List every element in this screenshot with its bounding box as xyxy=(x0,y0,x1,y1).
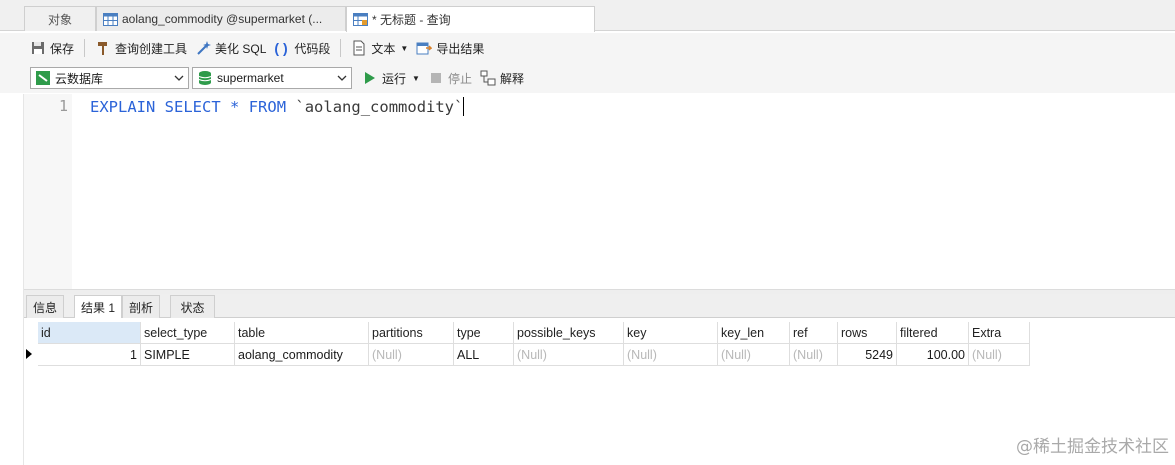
tab-label: 信息 xyxy=(32,300,57,315)
beautify-label: 美化 SQL xyxy=(215,41,267,56)
column-header-key-len[interactable]: key_len xyxy=(718,322,790,344)
code-snippet-button[interactable]: ( ) 代码段 xyxy=(270,37,334,59)
tab-status[interactable]: 状态 xyxy=(170,295,215,318)
query-icon xyxy=(353,13,368,26)
left-rail xyxy=(0,94,24,465)
explain-button[interactable]: 解释 xyxy=(476,67,528,89)
grid-cell[interactable]: (Null) xyxy=(790,344,838,366)
export-label: 导出结果 xyxy=(436,41,485,56)
text-mode-label: 文本 xyxy=(371,41,396,56)
table-icon xyxy=(103,12,118,26)
tab-label: aolang_commodity @supermarket (... xyxy=(122,12,323,26)
run-button[interactable]: 运行 ▼ xyxy=(358,67,424,89)
snippet-label: 代码段 xyxy=(294,41,331,56)
grid-cell[interactable]: 5249 xyxy=(838,344,897,366)
query-builder-label: 查询创建工具 xyxy=(115,41,188,56)
tab-label: 状态 xyxy=(180,300,205,315)
explain-label: 解释 xyxy=(499,71,524,86)
sql-table-identifier: `aolang_commodity` xyxy=(295,98,464,116)
stop-label: 停止 xyxy=(447,71,472,86)
current-row-indicator-icon xyxy=(26,349,32,359)
save-icon xyxy=(30,40,46,56)
beautify-sql-button[interactable]: 美化 SQL xyxy=(191,37,270,59)
magic-wand-icon xyxy=(195,40,212,56)
chevron-down-icon: ▼ xyxy=(400,43,409,53)
query-toolbar: 保存 查询创建工具 美化 SQL ( ) 代码段 文本 ▼ 导出结果 xyxy=(0,33,1175,63)
tab-table-commodity[interactable]: aolang_commodity @supermarket (... xyxy=(96,6,346,31)
grid-cell[interactable]: 100.00 xyxy=(897,344,969,366)
parentheses-icon: ( ) xyxy=(274,40,288,56)
stop-button[interactable]: 停止 xyxy=(424,67,476,89)
play-icon xyxy=(362,70,378,86)
tab-objects[interactable]: 对象 xyxy=(24,6,96,31)
chevron-down-icon xyxy=(174,72,184,82)
database-icon xyxy=(197,70,213,86)
sql-keyword: SELECT xyxy=(164,98,221,116)
tab-untitled-query[interactable]: * 无标题 - 查询 xyxy=(346,6,595,32)
column-header-id[interactable]: id xyxy=(38,322,141,344)
query-builder-button[interactable]: 查询创建工具 xyxy=(91,37,191,59)
connection-select[interactable]: 云数据库 xyxy=(30,67,189,89)
grid-cell[interactable]: (Null) xyxy=(718,344,790,366)
tab-strip: 对象 aolang_commodity @supermarket (... * … xyxy=(0,0,1175,32)
column-header-type[interactable]: type xyxy=(454,322,514,344)
tab-label: 剖析 xyxy=(128,300,153,315)
grid-cell[interactable]: 1 xyxy=(38,344,141,366)
connection-value: 云数据库 xyxy=(55,71,104,86)
tab-profile[interactable]: 剖析 xyxy=(122,295,160,318)
hammer-icon xyxy=(95,40,111,56)
result-tabs: 信息 结果 1 剖析 状态 xyxy=(24,294,1175,319)
export-results-button[interactable]: 导出结果 xyxy=(412,37,488,59)
text-caret xyxy=(463,97,465,116)
toolbar-divider xyxy=(84,39,86,57)
line-number: 1 xyxy=(58,97,68,115)
save-label: 保存 xyxy=(50,41,75,56)
run-label: 运行 xyxy=(382,71,407,86)
explain-icon xyxy=(480,70,496,86)
tab-label: * 无标题 - 查询 xyxy=(372,13,451,27)
save-button[interactable]: 保存 xyxy=(26,37,78,59)
column-header-rows[interactable]: rows xyxy=(838,322,897,344)
sql-keyword: EXPLAIN xyxy=(90,98,156,116)
grid-cell[interactable]: aolang_commodity xyxy=(235,344,369,366)
result-grid[interactable]: id select_type table partitions type pos… xyxy=(24,318,1175,465)
tab-result-1[interactable]: 结果 1 xyxy=(74,295,122,319)
text-mode-button[interactable]: 文本 ▼ xyxy=(347,37,412,59)
stop-icon xyxy=(428,70,444,86)
sql-editor[interactable]: 1 EXPLAIN SELECT * FROM `aolang_commodit… xyxy=(24,94,1175,289)
grid-cell[interactable]: ALL xyxy=(454,344,514,366)
database-select[interactable]: supermarket xyxy=(192,67,352,89)
sql-keyword: * xyxy=(230,98,240,116)
tab-info[interactable]: 信息 xyxy=(26,295,64,318)
grid-cell[interactable]: (Null) xyxy=(624,344,718,366)
database-value: supermarket xyxy=(217,71,284,85)
toolbar-divider xyxy=(340,39,342,57)
sql-keyword: FROM xyxy=(248,98,287,116)
column-header-select-type[interactable]: select_type xyxy=(141,322,235,344)
column-header-table[interactable]: table xyxy=(235,322,369,344)
grid-cell[interactable]: (Null) xyxy=(514,344,624,366)
column-header-partitions[interactable]: partitions xyxy=(369,322,454,344)
connection-toolbar: 云数据库 supermarket 运行 ▼ 停止 解释 xyxy=(0,63,1175,93)
document-icon xyxy=(351,40,367,56)
grid-cell[interactable]: (Null) xyxy=(969,344,1030,366)
column-header-ref[interactable]: ref xyxy=(790,322,838,344)
column-header-key[interactable]: key xyxy=(624,322,718,344)
sql-code-line[interactable]: EXPLAIN SELECT * FROM `aolang_commodity` xyxy=(90,96,465,118)
tab-label: 结果 1 xyxy=(80,301,115,315)
chevron-down-icon: ▼ xyxy=(412,73,420,83)
column-header-extra[interactable]: Extra xyxy=(969,322,1030,344)
chevron-down-icon xyxy=(337,72,347,82)
grid-cell[interactable]: SIMPLE xyxy=(141,344,235,366)
column-header-filtered[interactable]: filtered xyxy=(897,322,969,344)
connection-icon xyxy=(35,70,51,86)
line-gutter: 1 xyxy=(24,94,72,289)
tab-label: 对象 xyxy=(47,12,72,27)
watermark: @稀土掘金技术社区 xyxy=(1016,437,1169,457)
grid-cell[interactable]: (Null) xyxy=(369,344,454,366)
export-grid-icon xyxy=(416,40,434,56)
column-header-possible-keys[interactable]: possible_keys xyxy=(514,322,624,344)
